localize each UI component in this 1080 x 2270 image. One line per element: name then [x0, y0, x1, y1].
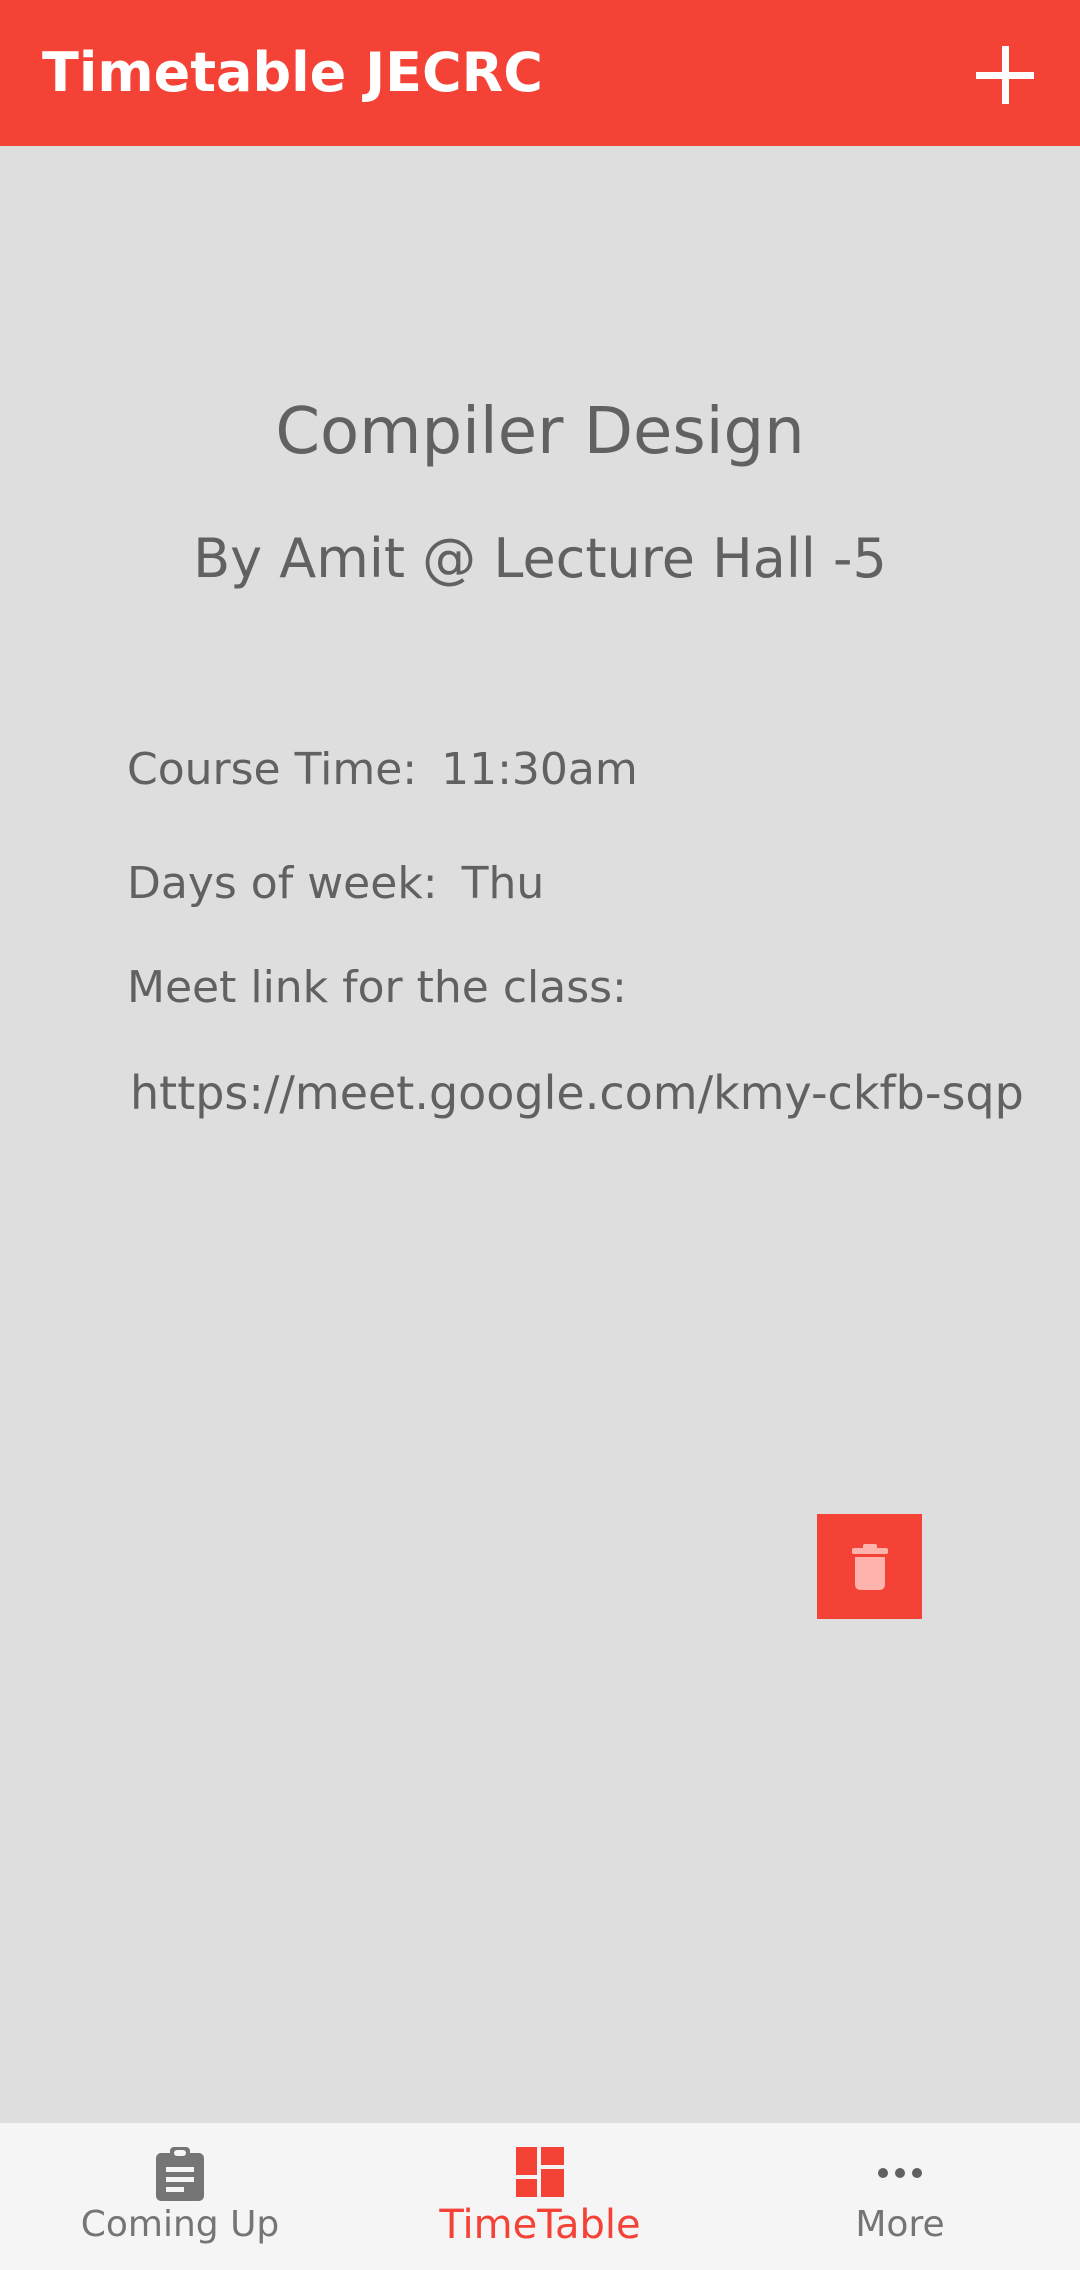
app-title: Timetable JECRC — [42, 41, 543, 104]
course-title: Compiler Design — [275, 395, 805, 469]
course-time-row: Course Time: 11:30am — [127, 748, 638, 792]
app-bar: Timetable JECRC — [0, 0, 1080, 146]
trash-icon — [852, 1544, 888, 1590]
meet-link[interactable]: https://meet.google.com/kmy-ckfb-sqp — [130, 1070, 1024, 1116]
days-of-week-row: Days of week: Thu — [127, 862, 544, 906]
nav-item-coming-up[interactable]: Coming Up — [0, 2123, 360, 2270]
nav-item-more-label: More — [855, 2204, 945, 2245]
meet-link-label: Meet link for the class: — [127, 962, 627, 1013]
nav-item-timetable-label: TimeTable — [439, 2202, 641, 2248]
course-time-label: Course Time: — [127, 744, 418, 795]
add-course-button[interactable] — [970, 40, 1040, 110]
days-of-week-label: Days of week: — [127, 858, 438, 909]
clipboard-icon — [156, 2147, 204, 2201]
delete-course-button[interactable] — [817, 1514, 922, 1619]
dashboard-icon — [516, 2147, 564, 2197]
bottom-navigation: Coming Up TimeTable More — [0, 2123, 1080, 2270]
nav-item-more[interactable]: More — [720, 2123, 1080, 2270]
more-horizontal-icon — [878, 2168, 922, 2178]
course-instructor-location: By Amit @ Lecture Hall -5 — [193, 527, 887, 590]
nav-item-coming-up-label: Coming Up — [80, 2204, 280, 2245]
days-of-week-value: Thu — [461, 858, 545, 909]
nav-item-timetable[interactable]: TimeTable — [360, 2123, 720, 2270]
course-time-value: 11:30am — [441, 744, 638, 795]
